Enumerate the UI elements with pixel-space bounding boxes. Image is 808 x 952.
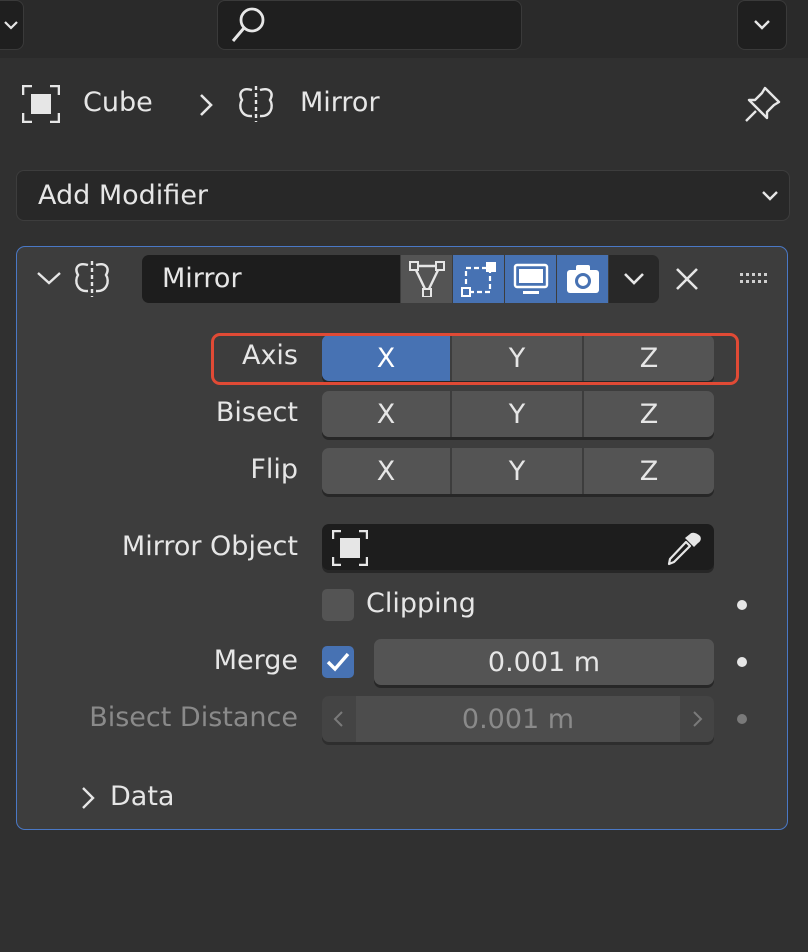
- breadcrumb-modifier-name: Mirror: [300, 87, 380, 118]
- flip-z-toggle[interactable]: Z: [584, 448, 714, 494]
- monitor-icon: [513, 263, 548, 294]
- chevron-down-icon: [624, 273, 644, 285]
- close-icon[interactable]: [674, 266, 700, 296]
- merge-keyframe-dot[interactable]: [737, 657, 747, 667]
- vertex-triangle-icon: [408, 261, 445, 297]
- add-modifier-dropdown[interactable]: Add Modifier: [16, 170, 790, 221]
- chevron-right-icon[interactable]: [692, 710, 704, 728]
- flip-toggle-group: X Y Z: [322, 448, 714, 494]
- chevron-right-icon[interactable]: [80, 785, 96, 811]
- edit-mode-toggle[interactable]: [453, 255, 504, 303]
- bisect-distance-keyframe-dot[interactable]: [737, 714, 747, 724]
- chevron-right-icon: [200, 94, 213, 116]
- merge-checkbox[interactable]: [322, 646, 354, 678]
- mirror-object-label: Mirror Object: [121, 531, 298, 562]
- bisect-distance-label: Bisect Distance: [89, 702, 298, 733]
- flip-y-toggle[interactable]: Y: [452, 448, 582, 494]
- object-data-icon: [21, 84, 61, 127]
- data-section-header[interactable]: Data: [110, 781, 174, 812]
- merge-distance-field[interactable]: 0.001 m: [374, 639, 714, 685]
- chevron-down-icon: [762, 191, 778, 201]
- breadcrumb-object-name: Cube: [83, 87, 153, 118]
- left-dropdown-button[interactable]: [0, 0, 24, 50]
- modifier-extras-dropdown[interactable]: [609, 255, 659, 303]
- camera-icon: [566, 265, 599, 293]
- bisect-y-toggle[interactable]: Y: [452, 391, 582, 437]
- bisect-distance-field[interactable]: 0.001 m: [322, 696, 714, 742]
- flip-x-toggle[interactable]: X: [322, 448, 450, 494]
- bisect-x-toggle[interactable]: X: [322, 391, 450, 437]
- drag-handle-icon[interactable]: [740, 272, 770, 291]
- bisect-toggle-group: X Y Z: [322, 391, 714, 437]
- chevron-left-icon[interactable]: [332, 710, 344, 728]
- clipping-label: Clipping: [366, 588, 476, 619]
- bisect-distance-value: 0.001 m: [356, 696, 680, 742]
- mirror-modifier-icon: [72, 259, 112, 303]
- mirror-modifier-icon: [236, 84, 276, 128]
- bisect-label: Bisect: [215, 397, 298, 428]
- options-dropdown-button[interactable]: [737, 0, 787, 50]
- collapse-chevron-icon[interactable]: [36, 270, 62, 286]
- chevron-down-icon: [754, 20, 770, 30]
- eyedropper-icon[interactable]: [666, 530, 702, 566]
- bisect-z-toggle[interactable]: Z: [584, 391, 714, 437]
- viewport-display-toggle[interactable]: [505, 255, 556, 303]
- checkmark-icon: [326, 652, 350, 672]
- modifier-name-field[interactable]: Mirror: [142, 255, 400, 303]
- add-modifier-label: Add Modifier: [38, 180, 209, 211]
- object-data-icon: [332, 530, 368, 566]
- render-toggle[interactable]: [557, 255, 608, 303]
- pin-icon[interactable]: [743, 84, 783, 128]
- edit-cage-toggle[interactable]: [401, 255, 452, 303]
- flip-label: Flip: [250, 454, 298, 485]
- chevron-down-icon: [4, 21, 18, 30]
- search-icon: [231, 7, 265, 42]
- edit-mode-icon: [460, 262, 496, 297]
- modifier-name-value: Mirror: [162, 263, 242, 294]
- axis-row-highlight: [211, 333, 739, 385]
- clipping-checkbox[interactable]: [322, 589, 354, 621]
- merge-label: Merge: [213, 645, 298, 676]
- search-input[interactable]: [217, 0, 522, 50]
- clipping-keyframe-dot[interactable]: [737, 600, 747, 610]
- mirror-object-field[interactable]: [322, 524, 714, 570]
